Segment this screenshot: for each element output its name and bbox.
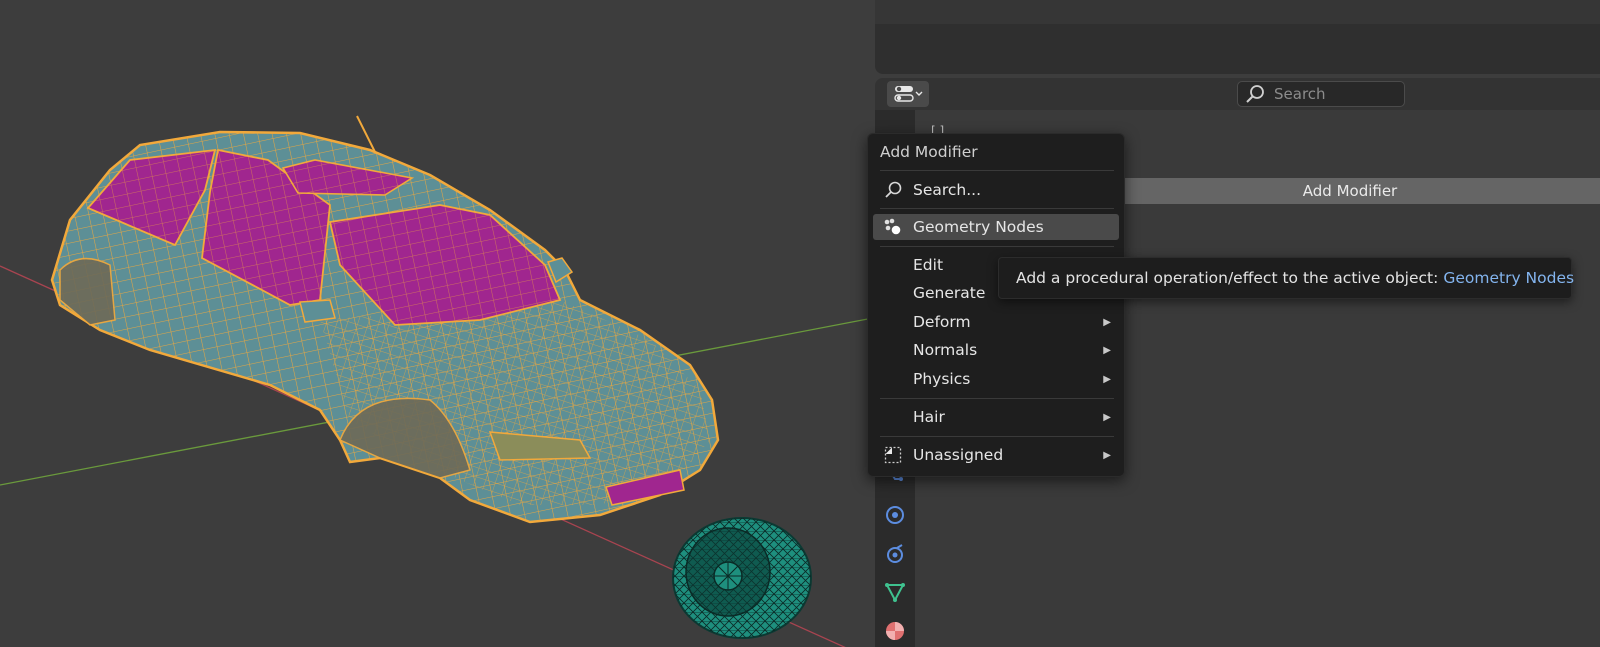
menu-item-label: Normals — [913, 341, 978, 359]
data-icon[interactable] — [883, 580, 907, 604]
menu-item-hair[interactable]: Hair ▶ — [873, 404, 1119, 430]
menu-title: Add Modifier — [880, 143, 978, 161]
menu-item-deform[interactable]: Deform ▶ — [873, 309, 1119, 335]
car-mesh — [50, 130, 720, 524]
menu-item-geometry-nodes[interactable]: Geometry Nodes — [873, 214, 1119, 240]
editor-type-button[interactable] — [887, 81, 929, 107]
submenu-arrow-icon: ▶ — [1103, 344, 1111, 356]
menu-item-label: Edit — [913, 256, 944, 274]
wheel-mesh — [672, 517, 812, 639]
viewport-scene — [0, 115, 873, 647]
search-icon — [1246, 85, 1264, 103]
submenu-arrow-icon: ▶ — [1103, 316, 1111, 328]
menu-item-search[interactable]: Search... — [873, 177, 1119, 203]
menu-item-label: Physics — [913, 370, 971, 388]
menu-item-normals[interactable]: Normals ▶ — [873, 337, 1119, 363]
add-modifier-button[interactable]: Add Modifier — [1100, 178, 1600, 204]
search-icon — [885, 181, 902, 198]
menu-item-label: Deform — [913, 313, 971, 331]
submenu-arrow-icon: ▶ — [1103, 373, 1111, 385]
submenu-arrow-icon: ▶ — [1103, 411, 1111, 423]
tooltip-text: Add a procedural operation/effect to the… — [1016, 269, 1439, 287]
3d-viewport[interactable] — [0, 0, 873, 647]
tooltip-highlight: Geometry Nodes — [1443, 269, 1575, 287]
particles-icon[interactable] — [883, 542, 907, 566]
search-input[interactable] — [1272, 84, 1396, 104]
properties-header — [875, 78, 1600, 110]
menu-item-label: Geometry Nodes — [913, 218, 1044, 236]
geometry-nodes-icon — [884, 218, 901, 235]
material-icon[interactable] — [883, 619, 907, 643]
menu-item-physics[interactable]: Physics ▶ — [873, 366, 1119, 392]
timeline-panel — [875, 0, 1600, 74]
properties-editor-icon — [894, 86, 923, 102]
constraints-icon[interactable] — [883, 503, 907, 527]
properties-search[interactable] — [1237, 81, 1405, 107]
tooltip: Add a procedural operation/effect to the… — [998, 257, 1575, 299]
menu-item-label: Generate — [913, 284, 986, 302]
submenu-arrow-icon: ▶ — [1103, 449, 1111, 461]
menu-item-label: Hair — [913, 408, 945, 426]
asset-icon — [884, 446, 902, 464]
menu-item-label: Search... — [913, 181, 982, 199]
menu-item-label: Unassigned — [913, 446, 1004, 464]
add-modifier-menu: Add Modifier Search... Geometry Nodes Ed… — [867, 133, 1125, 477]
menu-item-unassigned[interactable]: Unassigned ▶ — [873, 442, 1119, 468]
